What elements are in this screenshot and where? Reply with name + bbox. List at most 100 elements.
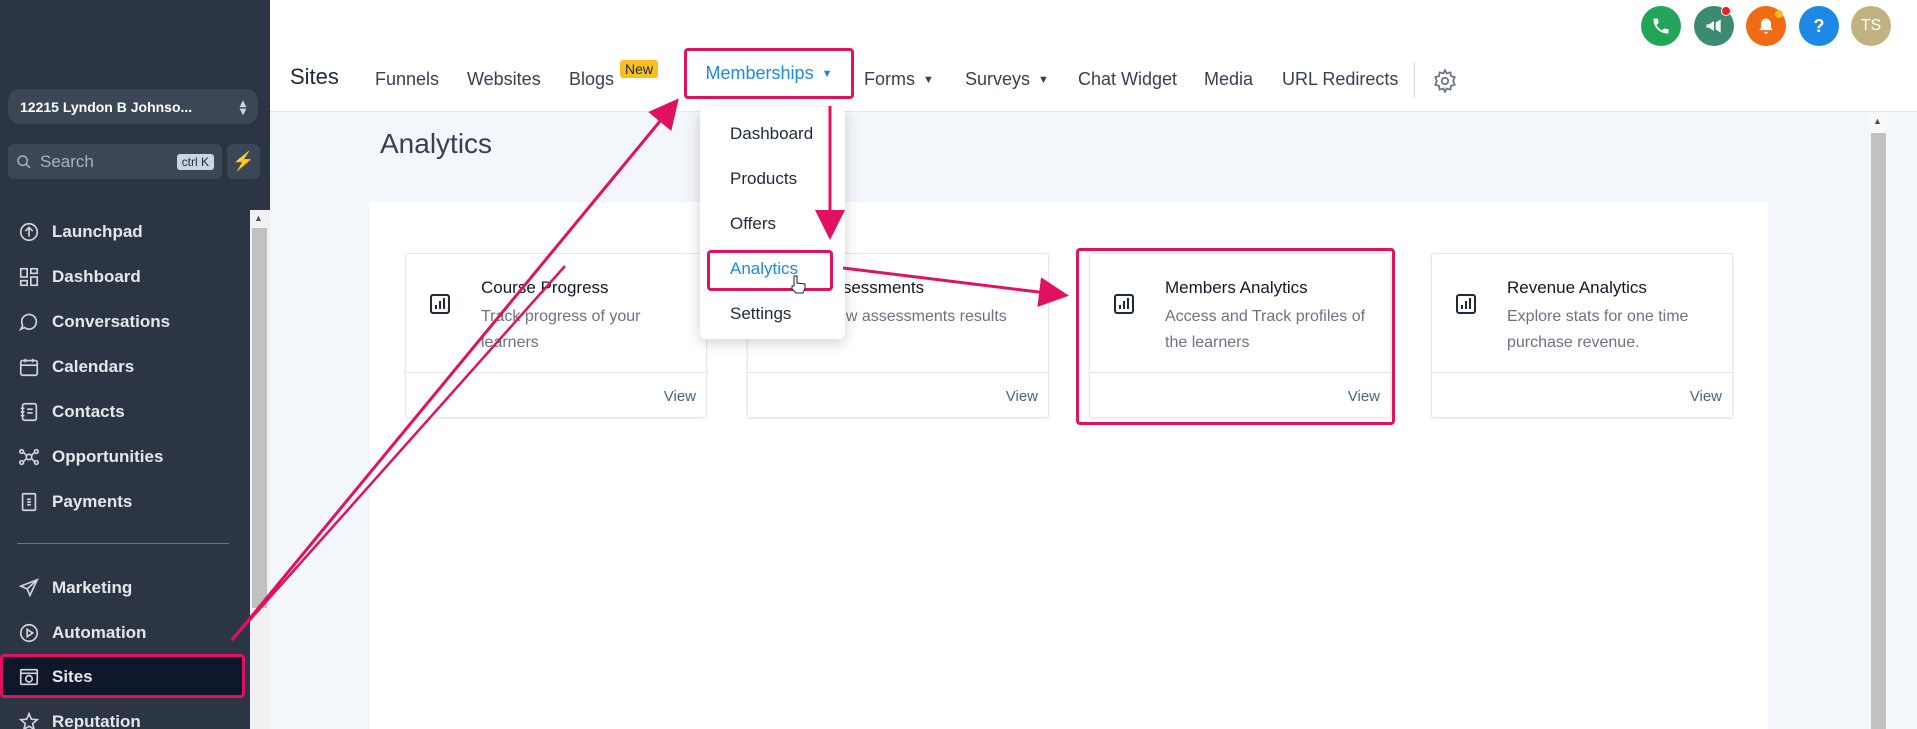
card-title: Revenue Analytics	[1507, 278, 1647, 297]
tab-label: Surveys	[965, 69, 1031, 89]
view-link[interactable]: View	[1690, 388, 1722, 405]
notification-dot	[1721, 6, 1731, 16]
card-divider	[1432, 372, 1732, 373]
rocket-icon	[17, 220, 41, 244]
chevron-down-icon: ▼	[923, 73, 934, 86]
sidebar-item-label: Sites	[52, 667, 93, 686]
page-section-title: Sites	[290, 64, 339, 89]
sidebar-divider	[17, 543, 229, 544]
dashboard-icon	[17, 265, 41, 289]
phone-icon	[1653, 18, 1669, 34]
search-icon	[17, 154, 31, 169]
sidebar-item-conversations[interactable]: Conversations	[17, 308, 170, 336]
tab-label: Media	[1204, 69, 1254, 89]
tab-label: Memberships	[705, 63, 814, 83]
tab-media[interactable]: Media	[1204, 69, 1253, 90]
chat-bubble-icon	[17, 310, 41, 334]
location-switcher[interactable]: 12215 Lyndon B Johnso... ▴ ▾	[8, 89, 258, 124]
view-link[interactable]: View	[664, 388, 696, 405]
chevron-up-down-icon: ▴ ▾	[239, 95, 246, 118]
globe-window-icon	[17, 665, 41, 689]
sidebar-item-payments[interactable]: Payments	[17, 488, 132, 516]
tab-label: Chat Widget	[1078, 69, 1178, 89]
sidebar-item-contacts[interactable]: Contacts	[17, 398, 125, 426]
star-icon	[17, 710, 41, 729]
search-shortcut: ctrl K	[176, 153, 214, 170]
page-title: Analytics	[380, 128, 493, 159]
memberships-dropdown-menu: Dashboard Products Offers Analytics Sett…	[700, 107, 845, 339]
quick-actions-button[interactable]: ⚡	[227, 144, 260, 179]
card-description: Explore stats for one time purchase reve…	[1507, 308, 1689, 351]
tab-label: URL Redirects	[1282, 69, 1399, 89]
play-circle-icon	[17, 621, 41, 645]
card-title: Course Progress	[481, 278, 609, 297]
sidebar-item-label: Reputation	[52, 712, 141, 729]
card-revenue-analytics[interactable]: Revenue Analytics Explore stats for one …	[1431, 253, 1733, 418]
sidebar-item-opportunities[interactable]: Opportunities	[17, 443, 163, 471]
tab-label: Websites	[467, 69, 541, 89]
tab-chat-widget[interactable]: Chat Widget	[1078, 69, 1177, 90]
contacts-book-icon	[17, 400, 41, 424]
sidebar: 12215 Lyndon B Johnso... ▴ ▾ Search ctrl …	[0, 0, 270, 729]
menu-item-settings[interactable]: Settings	[730, 304, 791, 324]
gear-icon[interactable]	[1432, 68, 1458, 94]
sidebar-item-label: Payments	[52, 492, 133, 511]
sidebar-item-label: Marketing	[52, 578, 133, 597]
view-link[interactable]: View	[1006, 388, 1038, 405]
network-icon	[17, 445, 41, 469]
sidebar-item-label: Conversations	[52, 312, 171, 331]
sidebar-item-label: Opportunities	[52, 447, 164, 466]
notification-dot	[1775, 10, 1783, 18]
sidebar-item-launchpad[interactable]: Launchpad	[17, 218, 143, 246]
invoice-icon	[17, 490, 41, 514]
tab-memberships[interactable]: Memberships ▼	[684, 48, 854, 99]
avatar[interactable]: TS	[1851, 6, 1891, 46]
chevron-down-icon: ▼	[821, 67, 833, 80]
help-button[interactable]: ?	[1799, 6, 1839, 46]
tab-forms[interactable]: Forms ▼	[864, 69, 934, 90]
card-course-progress[interactable]: Course Progress Track progress of your l…	[405, 253, 707, 418]
search-placeholder: Search	[40, 151, 94, 171]
sidebar-item-label: Calendars	[52, 357, 135, 376]
phone-button[interactable]	[1641, 6, 1681, 46]
calendar-icon	[17, 355, 41, 379]
tab-url-redirects[interactable]: URL Redirects	[1282, 69, 1398, 90]
sidebar-item-label: Launchpad	[52, 222, 143, 241]
scroll-up-arrow-icon[interactable]: ▲	[1873, 116, 1882, 126]
sidebar-item-calendars[interactable]: Calendars	[17, 353, 134, 381]
bar-chart-icon	[428, 292, 452, 316]
main-scrollbar-thumb[interactable]	[1871, 133, 1886, 729]
sidebar-item-label: Automation	[52, 623, 147, 642]
send-icon	[17, 576, 41, 600]
sidebar-item-reputation[interactable]: Reputation	[17, 708, 141, 729]
sidebar-item-automation[interactable]: Automation	[17, 619, 146, 647]
tab-label: Funnels	[375, 69, 440, 89]
sidebar-item-label: Contacts	[52, 402, 125, 421]
tab-label: Forms	[864, 69, 915, 89]
search-input[interactable]: Search ctrl K	[8, 144, 222, 179]
megaphone-icon	[1706, 19, 1721, 33]
tab-surveys[interactable]: Surveys ▼	[965, 69, 1049, 90]
new-badge: New	[620, 60, 659, 78]
analytics-menu-highlight	[707, 250, 833, 291]
menu-item-dashboard[interactable]: Dashboard	[730, 124, 813, 144]
sidebar-scrollbar-thumb[interactable]	[252, 228, 267, 608]
card-description: View assessments results	[823, 308, 1007, 325]
chevron-down-icon: ▼	[1038, 73, 1049, 86]
header-divider	[1414, 63, 1415, 97]
sidebar-item-marketing[interactable]: Marketing	[17, 574, 132, 602]
tab-websites[interactable]: Websites	[467, 69, 541, 90]
members-analytics-highlight	[1076, 248, 1395, 425]
question-mark-icon: ?	[1813, 15, 1825, 36]
tab-blogs[interactable]: Blogs	[569, 69, 614, 90]
card-description: Track progress of your learners	[481, 308, 641, 351]
menu-item-products[interactable]: Products	[730, 169, 797, 189]
sidebar-item-sites[interactable]: Sites	[17, 663, 93, 691]
card-divider	[748, 372, 1048, 373]
tab-funnels[interactable]: Funnels	[375, 69, 439, 90]
avatar-initials: TS	[1860, 17, 1882, 34]
sidebar-item-dashboard[interactable]: Dashboard	[17, 263, 141, 291]
menu-item-offers[interactable]: Offers	[730, 214, 776, 234]
scroll-up-arrow-icon[interactable]: ▲	[254, 213, 263, 223]
tab-label: Blogs	[569, 69, 615, 89]
